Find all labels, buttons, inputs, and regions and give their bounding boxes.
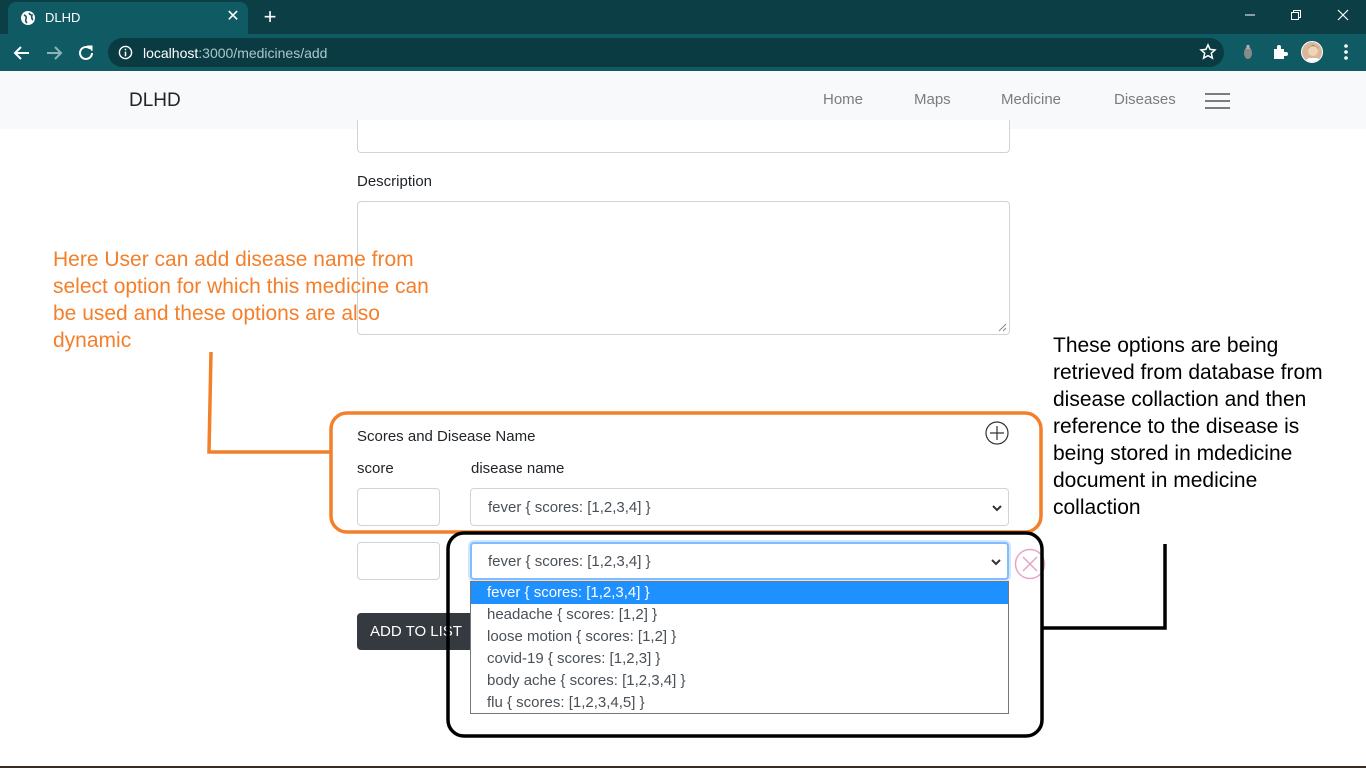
option-label: fever { scores: [1,2,3,4] } [487,584,650,601]
add-to-list-label: ADD TO LIST [370,623,462,640]
url-text: localhost:3000/medicines/add [143,45,327,61]
dropdown-option[interactable]: body ache { scores: [1,2,3,4] } [471,670,1008,692]
tab-title: DLHD [45,10,81,25]
annotation-line: Here User can add disease name from [53,248,414,271]
disease-select-value: fever { scores: [1,2,3,4] } [488,553,651,570]
annotation-line: collaction [1053,496,1141,519]
nav-link-maps[interactable]: Maps [914,91,951,108]
address-bar[interactable]: localhost:3000/medicines/add [108,38,1224,67]
extension-icon[interactable] [1238,42,1258,62]
dropdown-option[interactable]: flu { scores: [1,2,3,4,5] } [471,692,1008,714]
dropdown-option[interactable]: fever { scores: [1,2,3,4] } [471,582,1008,604]
disease-select-open[interactable]: fever { scores: [1,2,3,4] } [470,542,1009,580]
browser-tab-strip: DLHD ✕ + [0,0,1366,34]
hamburger-menu-icon[interactable] [1205,91,1231,111]
globe-icon [21,11,35,25]
option-label: headache { scores: [1,2] } [487,606,658,623]
disease-dropdown-list: fever { scores: [1,2,3,4] } headache { s… [470,581,1009,714]
nav-link-medicine[interactable]: Medicine [1001,91,1061,108]
annotation-line: retrieved from database from [1053,361,1323,384]
option-label: loose motion { scores: [1,2] } [487,628,677,645]
annotation-line: dynamic [53,329,132,352]
option-label: flu { scores: [1,2,3,4,5] } [487,694,645,711]
screen: DLHD ✕ + localhost:3000/medicines/add DL… [0,0,1366,768]
score-input[interactable] [357,542,440,580]
annotation-line: These options are being [1053,334,1279,357]
disease-name-label: disease name [471,460,565,477]
annotation-left: Here User can add disease name from sele… [53,246,513,354]
browser-toolbar: localhost:3000/medicines/add [0,34,1366,71]
dropdown-option[interactable]: headache { scores: [1,2] } [471,604,1008,626]
avatar[interactable] [1301,41,1323,63]
puzzle-icon[interactable] [1270,42,1290,62]
nav-link-diseases[interactable]: Diseases [1114,91,1176,108]
url-host: localhost [143,45,199,61]
forward-icon[interactable] [42,41,66,65]
annotation-line: disease collaction and then [1053,388,1307,411]
disease-select[interactable]: fever { scores: [1,2,3,4] } [470,488,1009,526]
dropdown-option[interactable]: covid-19 { scores: [1,2,3] } [471,648,1008,670]
window-close-icon[interactable] [1320,0,1366,30]
annotation-right: These options are being retrieved from d… [1053,332,1366,521]
remove-row-icon[interactable] [1014,548,1046,580]
minimize-icon[interactable] [1227,0,1273,30]
annotation-connector-orange [207,351,331,454]
resize-grip-icon[interactable] [998,323,1007,332]
star-icon[interactable] [1199,43,1217,61]
browser-tab[interactable]: DLHD ✕ [8,2,248,34]
new-tab-button[interactable]: + [259,6,281,28]
name-input[interactable] [357,120,1010,153]
dropdown-option[interactable]: loose motion { scores: [1,2] } [471,626,1008,648]
option-label: covid-19 { scores: [1,2,3] } [487,650,661,667]
kebab-menu-icon[interactable] [1336,42,1356,62]
back-icon[interactable] [10,41,34,65]
score-label: score [357,460,394,477]
score-input[interactable] [357,488,440,526]
reload-icon[interactable] [74,41,98,65]
close-icon[interactable]: ✕ [224,8,242,26]
chevron-down-icon [991,559,1001,566]
restore-icon[interactable] [1273,0,1319,30]
add-row-icon[interactable] [985,421,1009,445]
nav-link-home[interactable]: Home [823,91,863,108]
url-path: :3000/medicines/add [198,45,328,61]
annotation-connector-black [1042,544,1167,630]
annotation-line: document in medicine [1053,469,1258,492]
option-label: body ache { scores: [1,2,3,4] } [487,672,686,689]
annotation-line: select option for which this medicine ca… [53,275,429,298]
add-to-list-button[interactable]: ADD TO LIST [357,613,475,650]
annotation-line: be used and these options are also [53,302,380,325]
brand-logo[interactable]: DLHD [129,90,181,112]
section-title: Scores and Disease Name [357,428,536,445]
annotation-line: reference to the disease is [1053,415,1300,438]
chevron-down-icon [992,505,1002,512]
description-label: Description [357,173,433,190]
annotation-line: being stored in mdedicine [1053,442,1293,465]
info-icon[interactable] [118,45,133,60]
disease-select-value: fever { scores: [1,2,3,4] } [488,499,651,516]
